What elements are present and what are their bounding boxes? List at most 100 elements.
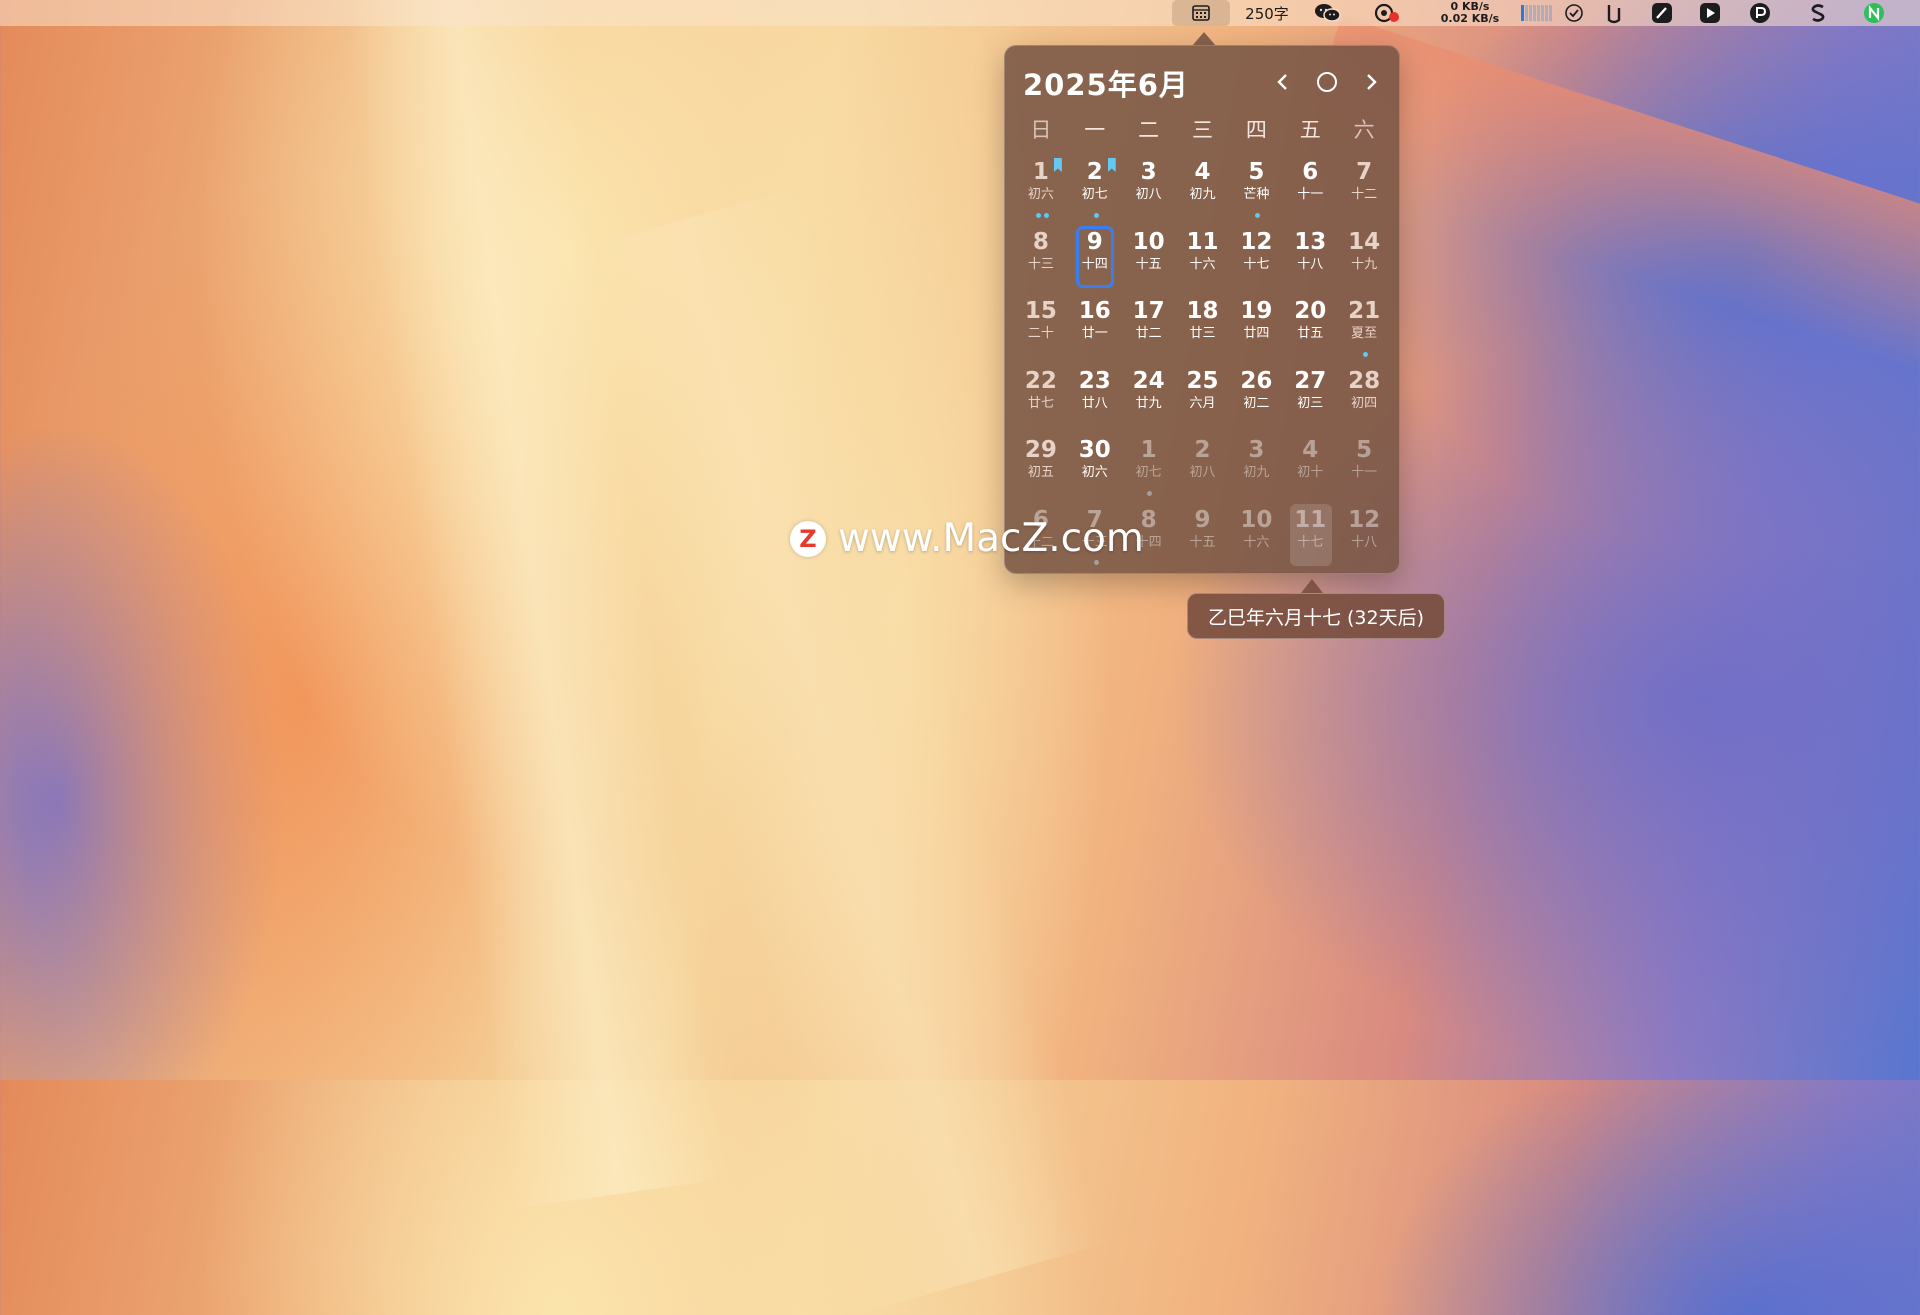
day-cell[interactable]: 14 十九	[1337, 224, 1391, 294]
day-number: 3	[1140, 159, 1157, 185]
pen-icon	[1652, 3, 1672, 23]
watermark-text: www.MacZ.com	[838, 516, 1144, 561]
day-number: 30	[1078, 437, 1111, 463]
clipboard-app-icon[interactable]	[1600, 0, 1628, 26]
event-dot	[1255, 212, 1261, 218]
day-cell[interactable]: 4 初九	[1176, 154, 1230, 224]
lunar-date-tooltip: 乙巳年六月十七 (32天后)	[1187, 593, 1445, 639]
word-count-indicator[interactable]: 250字	[1238, 0, 1296, 26]
weekday-label: 三	[1192, 118, 1213, 142]
event-dot	[1043, 212, 1049, 218]
lunar-date: 初八	[1135, 187, 1162, 202]
lunar-date: 廿八	[1081, 395, 1108, 411]
check-icon	[1565, 4, 1583, 22]
lunar-date: 廿一	[1081, 326, 1108, 341]
day-cell[interactable]: 9 十五	[1176, 502, 1230, 572]
day-cell[interactable]: 5 十一	[1337, 432, 1391, 502]
lunar-date: 初七	[1081, 187, 1108, 202]
lunar-date: 初九	[1243, 465, 1270, 480]
event-dot	[1035, 212, 1041, 218]
network-speed[interactable]: 0 KB/s 0.02 KB/s	[1428, 0, 1512, 26]
day-cell[interactable]: 25 六月	[1176, 363, 1230, 433]
p-app-icon[interactable]	[1746, 0, 1774, 26]
calendar-grid-icon	[1192, 5, 1210, 21]
day-cell[interactable]: 11 十六	[1176, 224, 1230, 294]
day-cell-today[interactable]: 9 十四	[1068, 224, 1122, 294]
lunar-date: 十五	[1189, 534, 1216, 550]
day-number: 16	[1078, 298, 1111, 324]
day-cell[interactable]: 21 夏至	[1337, 293, 1391, 363]
day-cell[interactable]: 6 十一	[1283, 154, 1337, 224]
lunar-date: 十一	[1351, 465, 1378, 480]
day-number: 7	[1356, 159, 1373, 185]
today-button[interactable]	[1309, 62, 1345, 102]
next-month-button[interactable]	[1355, 62, 1387, 102]
day-cell[interactable]: 15 二十	[1014, 293, 1068, 363]
checkmark-circle-icon[interactable]	[1560, 0, 1588, 26]
menu-bar: 250字 0 KB/s 0.02 KB/s	[0, 0, 1920, 26]
day-number: 25	[1186, 367, 1219, 394]
lunar-date: 廿七	[1027, 395, 1054, 411]
s-icon	[1811, 4, 1825, 22]
day-cell[interactable]: 29 初五	[1014, 432, 1068, 502]
lunar-date: 廿四	[1243, 326, 1270, 341]
day-cell[interactable]: 10 十六	[1229, 502, 1283, 572]
day-number: 10	[1132, 228, 1165, 255]
lunar-date: 十四	[1081, 256, 1108, 272]
day-cell[interactable]: 20 廿五	[1283, 293, 1337, 363]
n-app-icon[interactable]	[1860, 0, 1888, 26]
day-cell[interactable]: 2 初八	[1176, 432, 1230, 502]
day-number: 23	[1078, 367, 1111, 394]
previous-month-button[interactable]	[1267, 62, 1299, 102]
s-app-icon[interactable]	[1804, 0, 1832, 26]
lunar-date: 廿三	[1189, 326, 1216, 341]
calendar-menubar-icon[interactable]	[1172, 0, 1230, 26]
pen-app-icon[interactable]	[1648, 0, 1676, 26]
day-number: 5	[1248, 159, 1265, 185]
day-cell[interactable]: 8 十三	[1014, 224, 1068, 294]
day-cell[interactable]: 3 初九	[1229, 432, 1283, 502]
day-cell[interactable]: 16 廿一	[1068, 293, 1122, 363]
day-cell[interactable]: 5 芒种	[1229, 154, 1283, 224]
day-number: 9	[1194, 506, 1211, 533]
day-cell[interactable]: 22 廿七	[1014, 363, 1068, 433]
day-cell[interactable]: 17 廿二	[1122, 293, 1176, 363]
lunar-date: 二十	[1027, 326, 1054, 341]
day-cell[interactable]: 26 初二	[1229, 363, 1283, 433]
cloud-sync-icon[interactable]	[1370, 0, 1404, 26]
day-cell[interactable]: 19 廿四	[1229, 293, 1283, 363]
lunar-date: 十七	[1297, 534, 1324, 550]
day-cell[interactable]: 3 初八	[1122, 154, 1176, 224]
day-cell[interactable]: 24 廿九	[1122, 363, 1176, 433]
day-cell[interactable]: 11 十七	[1283, 502, 1337, 572]
wechat-icon[interactable]	[1312, 0, 1344, 26]
play-app-icon[interactable]	[1696, 0, 1724, 26]
day-number: 5	[1356, 437, 1373, 463]
day-cell[interactable]: 12 十八	[1337, 502, 1391, 572]
cpu-usage-graph[interactable]	[1515, 0, 1559, 26]
day-cell[interactable]: 27 初三	[1283, 363, 1337, 433]
day-cell[interactable]: 12 十七	[1229, 224, 1283, 294]
day-number: 11	[1294, 506, 1327, 533]
day-cell[interactable]: 7 十二	[1337, 154, 1391, 224]
popover-arrow	[1192, 32, 1216, 46]
watermark: Z www.MacZ.com	[790, 516, 1144, 561]
day-cell[interactable]: 23 廿八	[1068, 363, 1122, 433]
day-cell[interactable]: 1 初六	[1014, 154, 1068, 224]
day-cell[interactable]: 2 初七	[1068, 154, 1122, 224]
day-cell[interactable]: 4 初十	[1283, 432, 1337, 502]
lunar-date: 初三	[1297, 395, 1324, 411]
cloud-record-icon	[1374, 3, 1399, 23]
day-cell[interactable]: 1 初七	[1122, 432, 1176, 502]
day-cell[interactable]: 10 十五	[1122, 224, 1176, 294]
lunar-date: 初四	[1351, 395, 1378, 411]
day-cell[interactable]: 13 十八	[1283, 224, 1337, 294]
lunar-date: 十九	[1351, 256, 1378, 272]
day-number: 8	[1032, 228, 1049, 255]
day-cell[interactable]: 30 初六	[1068, 432, 1122, 502]
day-number: 6	[1302, 159, 1319, 185]
day-cell[interactable]: 28 初四	[1337, 363, 1391, 433]
day-cell[interactable]: 18 廿三	[1176, 293, 1230, 363]
day-number: 12	[1348, 506, 1381, 533]
day-number: 20	[1294, 298, 1327, 324]
